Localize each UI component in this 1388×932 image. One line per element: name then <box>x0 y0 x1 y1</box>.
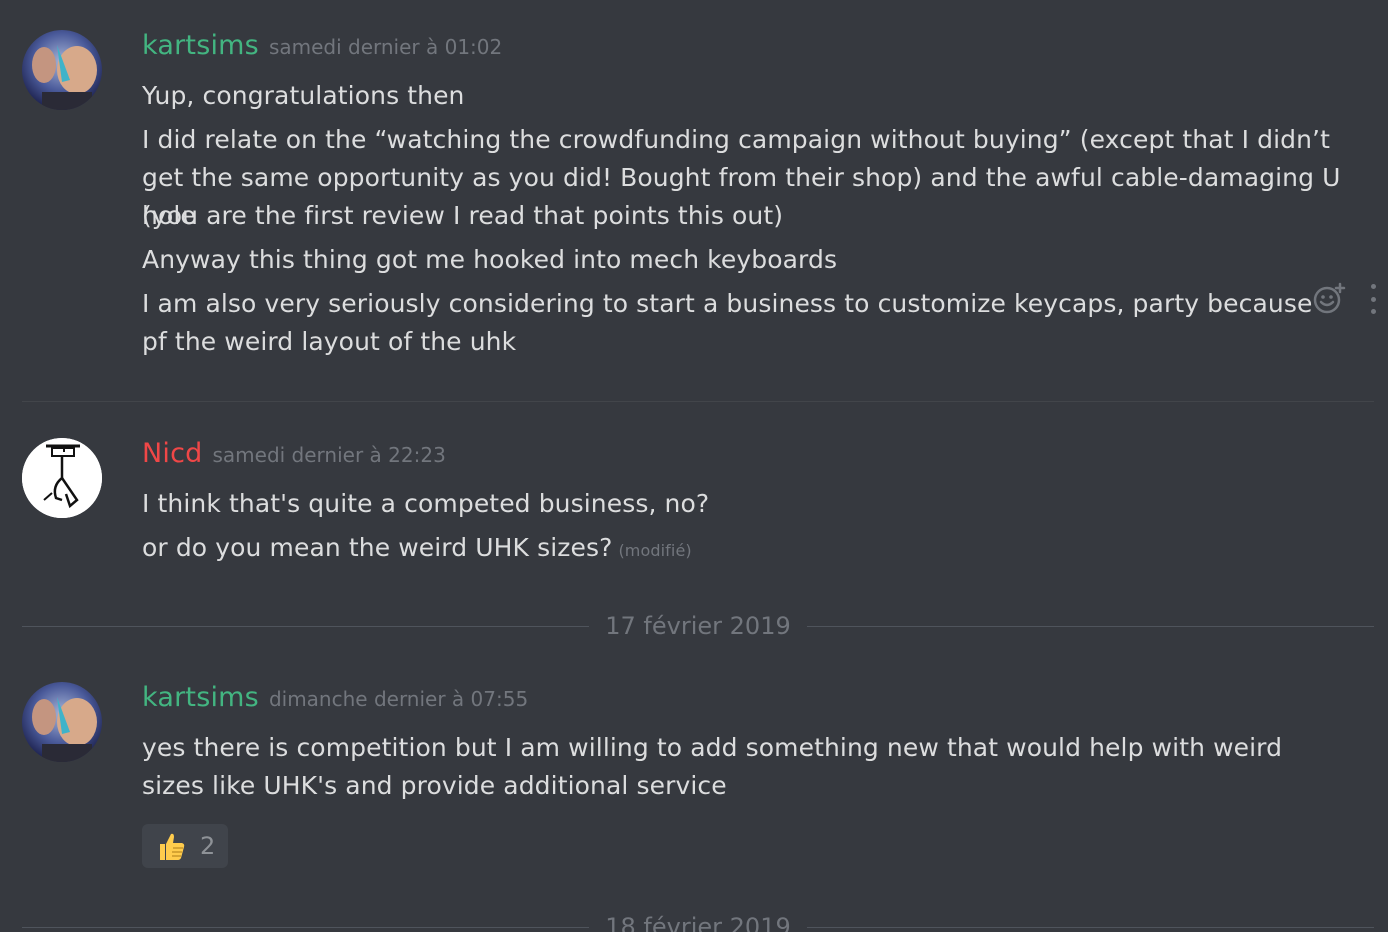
message-header: kartsims samedi dernier à 01:02 <box>142 30 502 70</box>
date-divider: 18 février 2019 <box>22 912 1374 932</box>
message-text: I did relate on the “watching the crowdf… <box>142 125 1330 154</box>
message-text: or do you mean the weird UHK sizes? (modi… <box>142 529 1374 570</box>
add-reaction-icon[interactable] <box>1312 282 1346 316</box>
message-hover-toolbar <box>1312 282 1378 316</box>
message-text: I am also very seriously considering to … <box>142 289 1313 318</box>
username[interactable]: kartsims <box>142 30 259 61</box>
username[interactable]: Nicd <box>142 438 202 469</box>
timestamp: samedi dernier à 22:23 <box>212 443 446 467</box>
avatar[interactable] <box>22 682 102 762</box>
date-divider-label: 18 février 2019 <box>605 913 791 932</box>
thumbs-up-icon <box>160 833 185 860</box>
message-group-divider <box>22 401 1374 402</box>
timestamp: dimanche dernier à 07:55 <box>268 687 529 711</box>
message-header: kartsims dimanche dernier à 07:55 <box>142 682 528 722</box>
message-text: pf the weird layout of the uhk <box>142 327 517 356</box>
message-text: I think that's quite a competed business… <box>142 489 710 518</box>
message-text: (you are the first review I read that po… <box>142 201 784 230</box>
username[interactable]: kartsims <box>142 682 259 713</box>
avatar[interactable] <box>22 30 102 110</box>
date-divider-label: 17 février 2019 <box>605 612 791 640</box>
reaction-button[interactable]: 2 <box>142 824 228 868</box>
reaction-count: 2 <box>200 832 216 860</box>
chat-message-list: kartsims samedi dernier à 01:02 Yup, con… <box>0 0 1388 932</box>
message-text: yes there is competition but I am willin… <box>142 733 1283 762</box>
message-text: Yup, congratulations then <box>142 81 465 110</box>
message-text: sizes like UHK's and provide additional … <box>142 771 727 800</box>
date-divider: 17 février 2019 <box>22 611 1374 641</box>
message-text-content: or do you mean the weird UHK sizes? <box>142 533 613 562</box>
avatar[interactable] <box>22 438 102 518</box>
message-header: Nicd samedi dernier à 22:23 <box>142 438 446 478</box>
message-text: Anyway this thing got me hooked into mec… <box>142 245 838 274</box>
more-options-icon[interactable] <box>1368 284 1378 314</box>
timestamp: samedi dernier à 01:02 <box>268 35 503 59</box>
edited-label: (modifié) <box>618 541 692 560</box>
